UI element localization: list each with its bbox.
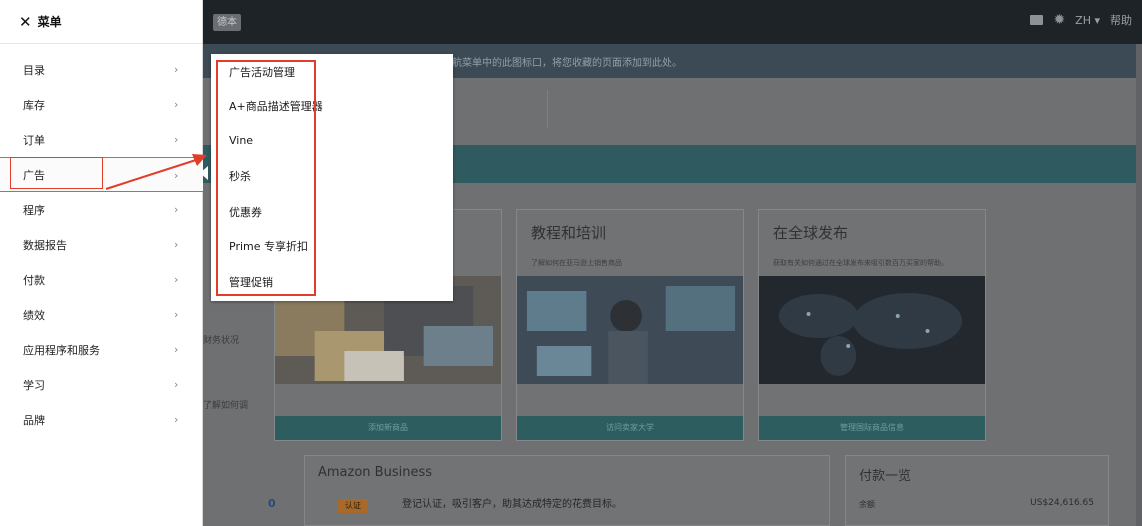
menu-item-apps-services[interactable]: 应用程序和服务 › xyxy=(0,332,203,367)
submenu-item-prime-discounts[interactable]: Prime 专享折扣 xyxy=(229,238,308,254)
menu-item-advertising[interactable]: 广告 › xyxy=(0,157,203,192)
menu-header: ✕ 菜单 xyxy=(0,0,202,44)
submenu-pointer xyxy=(200,166,208,180)
chevron-right-icon: › xyxy=(174,238,179,251)
card-subtitle: 获取有关如何通过在全球发布来吸引数百万买家的帮助。 xyxy=(773,259,948,267)
balance-label: 余额 xyxy=(859,500,875,509)
menu-item-label: 订单 xyxy=(23,133,45,147)
submenu-item-a-plus-content[interactable]: A+商品描述管理器 xyxy=(229,98,323,114)
advertising-submenu: 广告活动管理 A+商品描述管理器 Vine 秒杀 优惠券 Prime 专享折扣 … xyxy=(211,54,453,301)
card-tutorials: 教程和培训 了解如何在亚马逊上销售商品 访问卖家大学 xyxy=(516,209,744,441)
chevron-right-icon: › xyxy=(174,169,179,182)
chevron-right-icon: › xyxy=(174,343,179,356)
chevron-right-icon: › xyxy=(174,308,179,321)
chevron-right-icon: › xyxy=(174,413,179,426)
submenu-item-lightning-deals[interactable]: 秒杀 xyxy=(229,168,251,184)
payment-summary-card: 付款一览 余额 US$24,616.65 xyxy=(845,455,1109,526)
balance-value: US$24,616.65 xyxy=(1030,498,1094,508)
world-map-image xyxy=(759,276,985,384)
bookmark-notice-text: 航菜单中的此图标口，将您收藏的页面添加到此处。 xyxy=(452,58,682,69)
submenu-item-campaign-manager[interactable]: 广告活动管理 xyxy=(229,64,295,80)
card-title: 在全球发布 xyxy=(773,224,849,242)
menu-item-label: 绩效 xyxy=(23,308,45,322)
menu-list: 目录 › 库存 › 订单 › 广告 › 程序 › 数据报告 › 付款 › 绩效 › 应用程序和服… xyxy=(0,52,203,437)
menu-item-label: 品牌 xyxy=(23,413,45,427)
menu-item-label: 目录 xyxy=(23,63,45,77)
side-menu: ✕ 菜单 目录 › 库存 › 订单 › 广告 › 程序 › 数据报告 › 付款 › 绩效 › 应… xyxy=(0,0,203,526)
international-listings-button[interactable]: 管理国际商品信息 xyxy=(759,416,985,440)
card-subtitle: 了解如何在亚马逊上销售商品 xyxy=(531,259,622,267)
menu-title: 菜单 xyxy=(37,15,62,29)
amazon-business-description: 登记认证，吸引客户，助其达成特定的花费目标。 xyxy=(402,499,622,510)
partial-text: 财务状况 xyxy=(203,336,240,346)
mail-icon[interactable] xyxy=(1030,15,1044,25)
menu-item-orders[interactable]: 订单 › xyxy=(0,122,203,157)
tutorial-image xyxy=(517,276,743,384)
add-product-button[interactable]: 添加新商品 xyxy=(275,416,501,440)
close-icon[interactable]: ✕ xyxy=(19,13,32,31)
menu-item-label: 应用程序和服务 xyxy=(23,343,100,357)
amazon-business-title: Amazon Business xyxy=(318,465,432,480)
menu-item-learn[interactable]: 学习 › xyxy=(0,367,203,402)
scrollbar[interactable] xyxy=(1136,44,1142,526)
card-title: 教程和培训 xyxy=(531,224,607,242)
chevron-right-icon: › xyxy=(174,63,179,76)
menu-item-label: 广告 xyxy=(23,168,45,182)
seller-university-button[interactable]: 访问卖家大学 xyxy=(517,416,743,440)
menu-item-programs[interactable]: 程序 › xyxy=(0,192,203,227)
menu-item-label: 付款 xyxy=(23,273,45,287)
help-link[interactable]: 帮助 xyxy=(1110,12,1132,28)
gear-icon[interactable]: ✹ xyxy=(1053,13,1065,27)
menu-item-inventory[interactable]: 库存 › xyxy=(0,87,203,122)
chevron-right-icon: › xyxy=(174,98,179,111)
language-selector[interactable]: ZH ▾ xyxy=(1075,14,1100,27)
submenu-item-coupons[interactable]: 优惠券 xyxy=(229,204,262,220)
menu-item-label: 库存 xyxy=(23,98,45,112)
partial-text: 了解如何调 xyxy=(203,401,249,411)
menu-item-brands[interactable]: 品牌 › xyxy=(0,402,203,437)
count-value: 0 xyxy=(268,497,276,510)
chevron-right-icon: › xyxy=(174,273,179,286)
chevron-right-icon: › xyxy=(174,203,179,216)
menu-item-label: 学习 xyxy=(23,378,45,392)
menu-item-performance[interactable]: 绩效 › xyxy=(0,297,203,332)
payment-summary-title: 付款一览 xyxy=(859,469,912,484)
verify-badge: 认证 xyxy=(338,499,368,513)
menu-item-payments[interactable]: 付款 › xyxy=(0,262,203,297)
menu-item-label: 数据报告 xyxy=(23,238,67,252)
chevron-right-icon: › xyxy=(174,133,179,146)
top-right-controls: ✹ ZH ▾ 帮助 xyxy=(1030,12,1132,28)
submenu-item-manage-promotions[interactable]: 管理促销 xyxy=(229,274,273,290)
card-global: 在全球发布 获取有关如何通过在全球发布来吸引数百万买家的帮助。 管理国际商品信息 xyxy=(758,209,986,441)
menu-item-label: 程序 xyxy=(23,203,45,217)
amazon-business-card: Amazon Business 认证 登记认证，吸引客户，助其达成特定的花费目标… xyxy=(304,455,830,526)
menu-item-catalog[interactable]: 目录 › xyxy=(0,52,203,87)
chevron-right-icon: › xyxy=(174,378,179,391)
menu-item-reports[interactable]: 数据报告 › xyxy=(0,227,203,262)
submenu-item-vine[interactable]: Vine xyxy=(229,134,253,147)
marketplace-tag[interactable]: 德本 xyxy=(213,14,241,31)
